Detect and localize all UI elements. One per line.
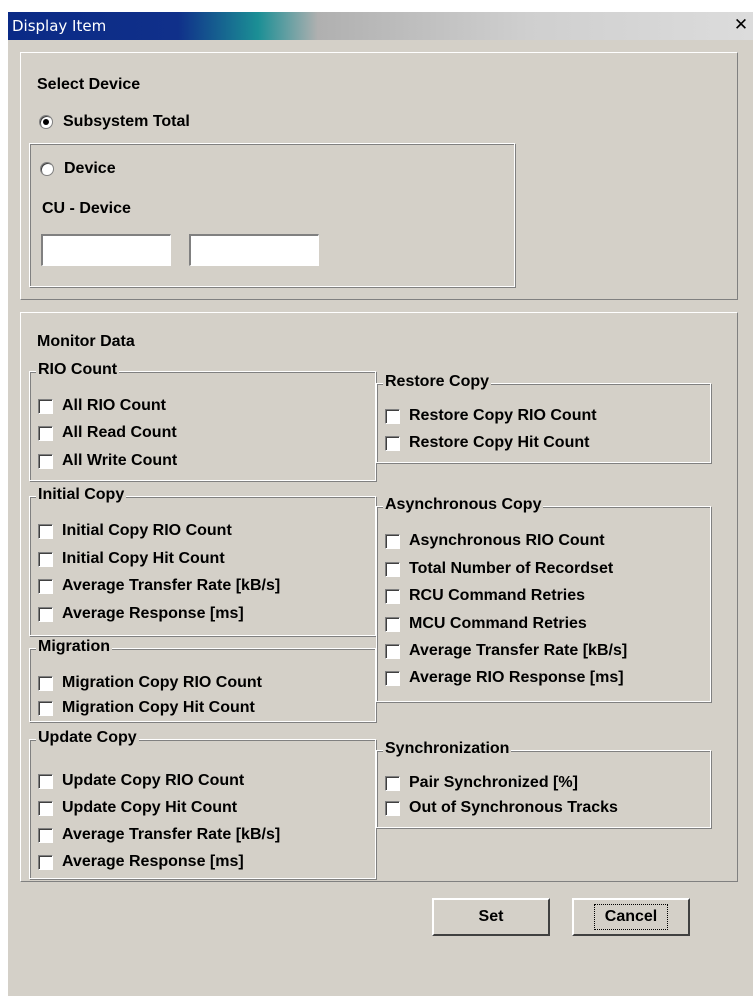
checkbox-label[interactable]: Update Copy Hit Count [62, 799, 237, 817]
monitor-data-label: Monitor Data [37, 333, 135, 350]
select-device-label: Select Device [37, 76, 141, 93]
device-label[interactable]: Device [64, 160, 116, 178]
synchronization-group: Synchronization Pair Synchronized [%] Ou… [376, 740, 711, 828]
checkbox[interactable] [38, 579, 53, 594]
rio-count-legend: RIO Count [36, 361, 120, 379]
cancel-button-label: Cancel [593, 904, 669, 930]
update-copy-legend: Update Copy [36, 729, 139, 747]
checkbox[interactable] [385, 562, 400, 577]
checkbox-label[interactable]: Asynchronous RIO Count [409, 532, 605, 550]
checkbox[interactable] [38, 454, 53, 469]
cancel-button[interactable]: Cancel [572, 898, 690, 936]
checkbox[interactable] [38, 552, 53, 567]
checkbox[interactable] [385, 617, 400, 632]
checkbox-label[interactable]: Average RIO Response [ms] [409, 669, 624, 687]
window-title: Display Item [12, 17, 107, 35]
migration-legend: Migration [36, 638, 112, 656]
device-group: Device CU - Device [29, 143, 515, 287]
checkbox-label[interactable]: Migration Copy Hit Count [62, 699, 255, 717]
device-radio[interactable] [40, 162, 54, 176]
checkbox[interactable] [38, 701, 53, 716]
restore-copy-group: Restore Copy Restore Copy RIO Count Rest… [376, 373, 711, 463]
display-item-dialog: Display Item ✕ Select Device Subsystem T… [8, 12, 753, 996]
checkbox[interactable] [38, 828, 53, 843]
checkbox[interactable] [385, 589, 400, 604]
checkbox[interactable] [385, 409, 400, 424]
title-bar[interactable]: Display Item ✕ [8, 12, 753, 40]
checkbox-label[interactable]: Restore Copy RIO Count [409, 407, 597, 425]
checkbox[interactable] [385, 801, 400, 816]
checkbox[interactable] [38, 676, 53, 691]
checkbox[interactable] [38, 399, 53, 414]
initial-copy-group: Initial Copy Initial Copy RIO Count Init… [29, 486, 376, 636]
checkbox[interactable] [38, 607, 53, 622]
checkbox-label[interactable]: All Write Count [62, 452, 177, 470]
device-input[interactable] [189, 234, 319, 266]
subsystem-total-radio[interactable] [39, 115, 53, 129]
checkbox-label[interactable]: Average Transfer Rate [kB/s] [409, 642, 627, 660]
checkbox-label[interactable]: Update Copy RIO Count [62, 772, 244, 790]
synchronization-legend: Synchronization [383, 740, 512, 758]
checkbox-label[interactable]: All Read Count [62, 424, 177, 442]
asynchronous-copy-group: Asynchronous Copy Asynchronous RIO Count… [376, 496, 711, 702]
initial-copy-legend: Initial Copy [36, 486, 127, 504]
checkbox-label[interactable]: Migration Copy RIO Count [62, 674, 262, 692]
restore-copy-legend: Restore Copy [383, 373, 492, 391]
checkbox-label[interactable]: Pair Synchronized [%] [409, 774, 578, 792]
checkbox-label[interactable]: Out of Synchronous Tracks [409, 799, 618, 817]
update-copy-group: Update Copy Update Copy RIO Count Update… [29, 729, 376, 879]
rio-count-group: RIO Count All RIO Count All Read Count A… [29, 361, 376, 481]
set-button[interactable]: Set [432, 898, 550, 936]
checkbox-label[interactable]: Average Response [ms] [62, 853, 244, 871]
checkbox[interactable] [38, 801, 53, 816]
checkbox-label[interactable]: Average Transfer Rate [kB/s] [62, 577, 280, 595]
cu-device-label: CU - Device [42, 200, 131, 217]
checkbox[interactable] [38, 855, 53, 870]
asynchronous-copy-legend: Asynchronous Copy [383, 496, 544, 514]
checkbox[interactable] [385, 534, 400, 549]
checkbox-label[interactable]: All RIO Count [62, 397, 166, 415]
radio-selected-dot [43, 119, 49, 125]
checkbox-label[interactable]: Average Response [ms] [62, 605, 244, 623]
checkbox-label[interactable]: Average Transfer Rate [kB/s] [62, 826, 280, 844]
checkbox[interactable] [38, 426, 53, 441]
monitor-data-panel: Monitor Data RIO Count All RIO Count All… [20, 312, 738, 882]
migration-group: Migration Migration Copy RIO Count Migra… [29, 638, 376, 722]
checkbox-label[interactable]: Initial Copy Hit Count [62, 550, 225, 568]
subsystem-total-label[interactable]: Subsystem Total [63, 113, 190, 131]
checkbox[interactable] [385, 671, 400, 686]
checkbox[interactable] [385, 436, 400, 451]
cu-input[interactable] [41, 234, 171, 266]
checkbox-label[interactable]: RCU Command Retries [409, 587, 585, 605]
checkbox-label[interactable]: Initial Copy RIO Count [62, 522, 232, 540]
set-button-label: Set [478, 908, 504, 925]
select-device-panel: Select Device Subsystem Total Device CU … [20, 52, 738, 300]
checkbox-label[interactable]: Total Number of Recordset [409, 560, 613, 578]
checkbox[interactable] [38, 774, 53, 789]
checkbox[interactable] [38, 524, 53, 539]
checkbox[interactable] [385, 776, 400, 791]
close-icon[interactable]: ✕ [731, 15, 751, 35]
checkbox-label[interactable]: MCU Command Retries [409, 615, 587, 633]
checkbox-label[interactable]: Restore Copy Hit Count [409, 434, 589, 452]
checkbox[interactable] [385, 644, 400, 659]
